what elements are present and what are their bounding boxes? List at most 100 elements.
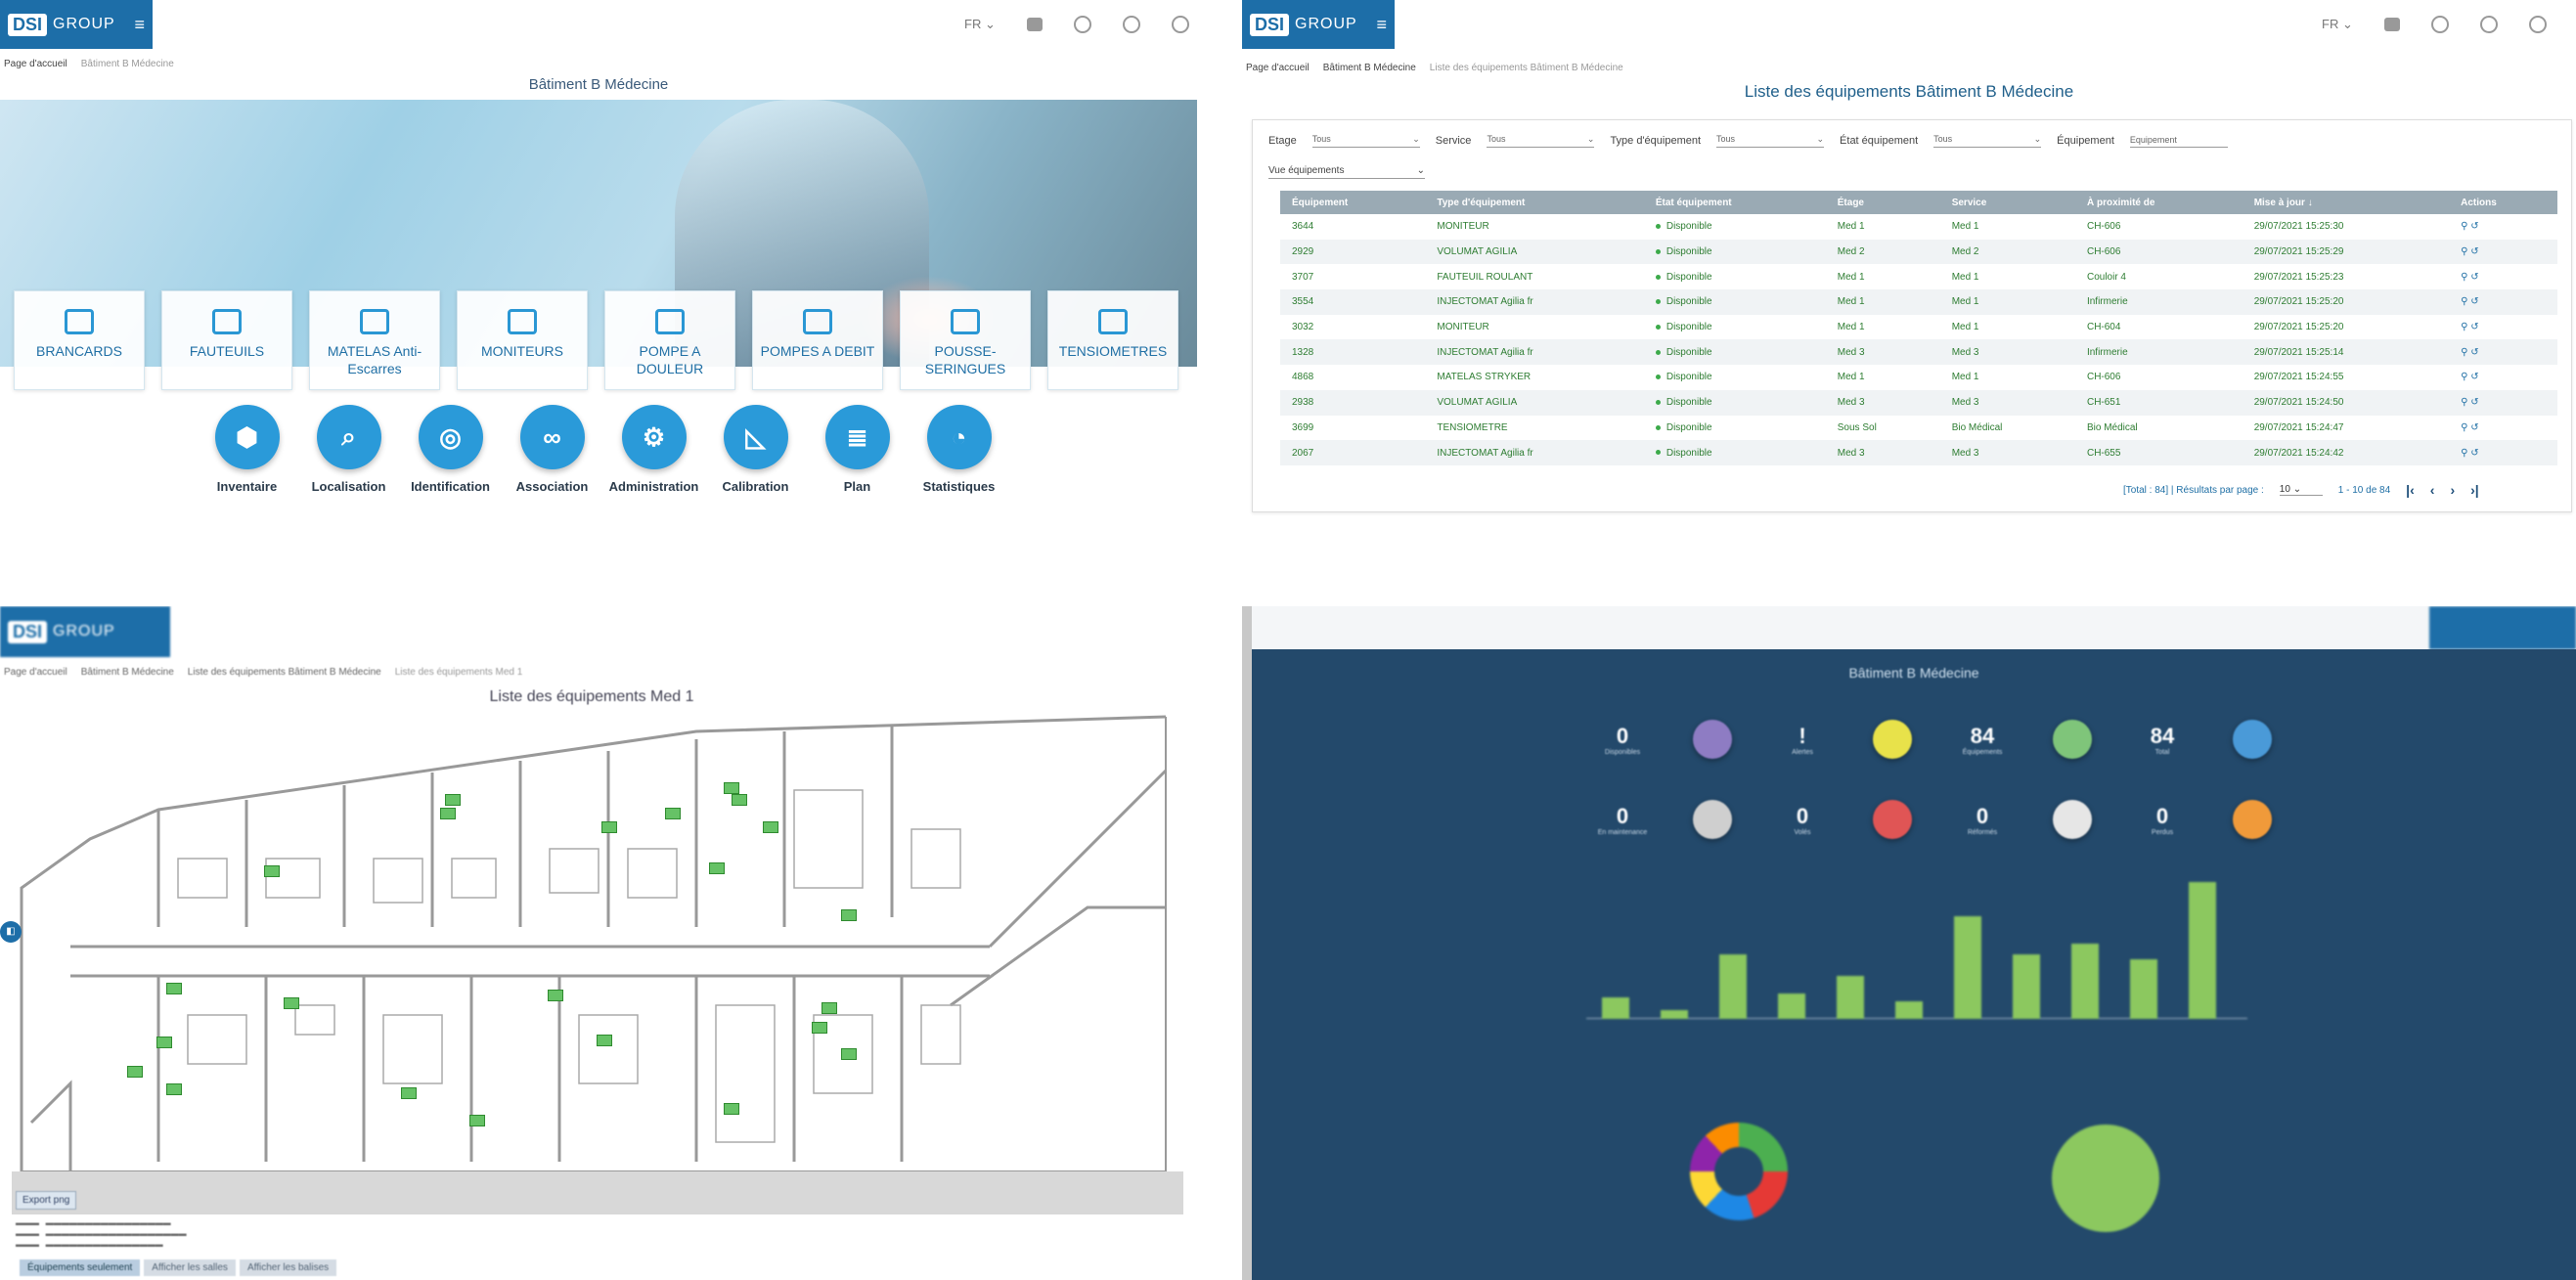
row-actions[interactable]: ⚲ ↺ [2449,440,2557,465]
table-row[interactable]: 3032 MONITEUR Disponible Med 1 Med 1 CH-604 29… [1280,315,2557,340]
row-actions[interactable]: ⚲ ↺ [2449,214,2557,240]
language-select[interactable]: FR ⌄ [964,17,996,32]
app-inventaire[interactable]: ⬢ Inventaire [209,405,285,494]
table-row[interactable]: 3644 MONITEUR Disponible Med 1 Med 1 CH-606 29… [1280,214,2557,240]
table-row[interactable]: 2067 INJECTOMAT Agilia fr Disponible Med 3M… [1280,440,2557,465]
prev-page-button[interactable]: ‹ [2430,482,2435,498]
table-row[interactable]: 2938 VOLUMAT AGILIA Disponible Med 3 Med 3 CH… [1280,389,2557,416]
table-row[interactable]: 4868 MATELAS STRYKER Disponible Med 1 Med 1 C… [1280,365,2557,390]
row-actions[interactable]: ⚲ ↺ [2449,315,2557,340]
equipment-marker-icon[interactable] [597,1035,612,1046]
brand-logo[interactable]: DSI GROUP ≡ [0,0,153,49]
table-row[interactable]: 2929 VOLUMAT AGILIA Disponible Med 2 Med 2 CH… [1280,239,2557,265]
equipment-marker-icon[interactable] [732,794,747,806]
filter-etat[interactable]: Tous ⌄ [1933,134,2042,148]
per-page-select[interactable]: 10 ⌄ [2279,484,2323,496]
breadcrumb-building[interactable]: Bâtiment B Médecine [81,667,174,678]
user-icon[interactable] [1122,16,1140,33]
menu-icon[interactable]: ≡ [134,15,145,35]
app-identification[interactable]: ◎ Identification [411,405,490,494]
breadcrumb-home[interactable]: Page d'accueil [1246,63,1310,73]
row-actions[interactable]: ⚲ ↺ [2449,239,2557,265]
tab-balises[interactable]: Afficher les balises [239,1259,337,1276]
last-page-button[interactable]: ›| [2470,482,2479,498]
brand-logo[interactable]: DSI GROUP ≡ [1242,0,1395,49]
row-actions[interactable]: ⚲ ↺ [2449,289,2557,315]
filter-type[interactable]: Tous ⌄ [1716,134,1825,148]
row-actions[interactable]: ⚲ ↺ [2449,365,2557,390]
export-png-button[interactable]: Export png [16,1191,77,1210]
power-icon[interactable] [2528,16,2547,33]
table-row[interactable]: 3699 TENSIOMETRE Disponible Sous Sol Bio Méd… [1280,416,2557,441]
col-etage[interactable]: Étage [1825,191,1940,214]
app-statistiques[interactable]: ◔ Statistiques [921,405,997,494]
card-fauteuils[interactable]: FAUTEUILS [161,290,292,390]
equipment-marker-icon[interactable] [127,1066,143,1078]
filter-service[interactable]: Tous ⌄ [1487,134,1595,148]
equipment-marker-icon[interactable] [709,862,725,874]
equipment-marker-icon[interactable] [822,1002,837,1014]
row-actions[interactable]: ⚲ ↺ [2449,416,2557,441]
breadcrumb-list[interactable]: Liste des équipements Bâtiment B Médecin… [188,667,381,678]
card-tensiometres[interactable]: TENSIOMETRES [1047,290,1178,390]
col-type[interactable]: Type d'équipement [1425,191,1644,214]
equipment-marker-icon[interactable] [724,782,739,794]
equipment-marker-icon[interactable] [469,1115,485,1126]
app-plan[interactable]: ≣ Plan [820,405,895,494]
table-row[interactable]: 3707 FAUTEUIL ROULANT Disponible Med 1 Med 1… [1280,264,2557,289]
col-mise-a-jour[interactable]: Mise à jour ↓ [2242,191,2450,214]
next-page-button[interactable]: › [2450,482,2455,498]
filter-equipement-input[interactable]: Equipement [2129,135,2228,148]
floor-plan[interactable] [12,712,1183,1181]
equipment-marker-icon[interactable] [166,983,182,994]
brand-logo[interactable]: DSI GROUP [0,606,170,657]
col-proximite[interactable]: À proximité de [2074,191,2243,214]
equipment-marker-icon[interactable] [841,1048,857,1060]
breadcrumb-home[interactable]: Page d'accueil [4,667,67,678]
card-brancards[interactable]: BRANCARDS [14,290,145,390]
equipment-marker-icon[interactable] [156,1037,172,1048]
card-pompes-debit[interactable]: POMPES A DEBIT [752,290,883,390]
col-etat[interactable]: État équipement [1643,191,1826,214]
user-icon[interactable] [2479,16,2498,33]
app-administration[interactable]: ⚙ Administration [609,405,698,494]
equipment-marker-icon[interactable] [601,821,617,833]
card-pousse-seringues[interactable]: POUSSE-SERINGUES [900,290,1031,390]
col-service[interactable]: Service [1939,191,2075,214]
equipment-marker-icon[interactable] [724,1103,739,1115]
notifications-icon[interactable] [1026,18,1043,31]
equipment-marker-icon[interactable] [445,794,461,806]
first-page-button[interactable]: |‹ [2406,482,2415,498]
language-select[interactable]: FR ⌄ [2322,17,2353,32]
card-moniteurs[interactable]: MONITEURS [457,290,588,390]
view-select[interactable]: Vue équipements ⌄ [1268,165,1425,179]
equipment-marker-icon[interactable] [812,1022,827,1034]
equipment-marker-icon[interactable] [440,808,456,819]
equipment-marker-icon[interactable] [401,1087,417,1099]
row-actions[interactable]: ⚲ ↺ [2449,264,2557,289]
app-association[interactable]: ∞ Association [514,405,590,494]
card-matelas[interactable]: MATELAS Anti-Escarres [309,290,440,390]
breadcrumb-building[interactable]: Bâtiment B Médecine [1323,63,1416,73]
row-actions[interactable]: ⚲ ↺ [2449,339,2557,366]
table-row[interactable]: 3554 INJECTOMAT Agilia fr Disponible Med 1M… [1280,289,2557,315]
notifications-icon[interactable] [2383,18,2400,31]
card-pompe-douleur[interactable]: POMPE A DOULEUR [604,290,735,390]
info-icon[interactable] [1073,16,1091,33]
col-equipement[interactable]: Équipement [1280,191,1426,214]
tab-salles[interactable]: Afficher les salles [144,1259,236,1276]
menu-icon[interactable]: ≡ [1376,15,1387,35]
tab-equipements[interactable]: Équipements seulement [20,1259,141,1276]
breadcrumb-home[interactable]: Page d'accueil [4,59,67,69]
equipment-marker-icon[interactable] [166,1083,182,1095]
equipment-marker-icon[interactable] [284,997,299,1009]
app-calibration[interactable]: ◺ Calibration [718,405,793,494]
app-localisation[interactable]: ⌕ Localisation [311,405,386,494]
brand-logo[interactable] [2429,606,2576,649]
equipment-marker-icon[interactable] [763,821,778,833]
plan-toggle-icon[interactable]: ◧ [0,921,22,943]
equipment-marker-icon[interactable] [264,865,280,877]
equipment-marker-icon[interactable] [548,990,563,1001]
scrollbar[interactable] [1242,606,1252,1280]
row-actions[interactable]: ⚲ ↺ [2449,389,2557,416]
